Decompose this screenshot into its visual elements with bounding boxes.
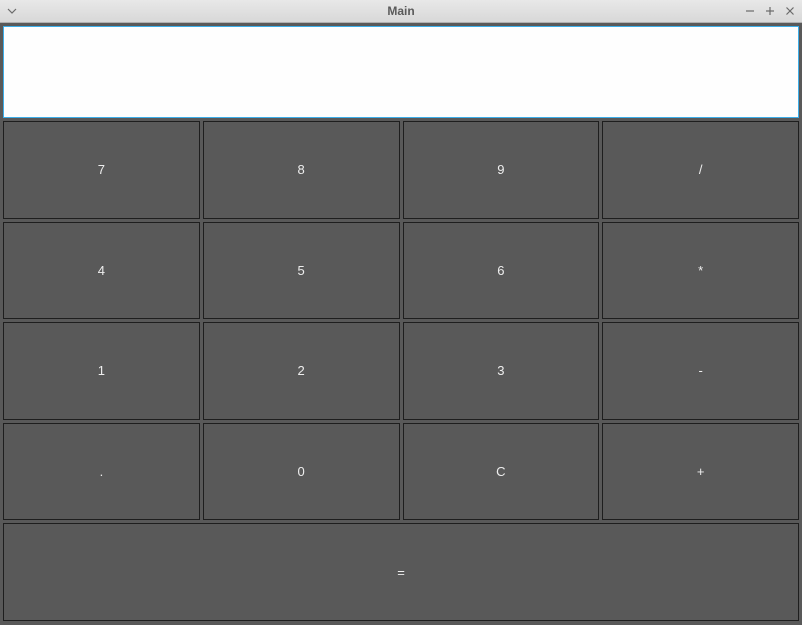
key-0[interactable]: 0 — [203, 423, 400, 521]
window-titlebar: Main — [0, 0, 802, 23]
key-divide[interactable]: / — [602, 121, 799, 219]
key-2[interactable]: 2 — [203, 322, 400, 420]
keypad: 7 8 9 / 4 5 6 * 1 2 3 - . 0 C + = — [3, 121, 799, 621]
window-title: Main — [0, 4, 802, 18]
key-equals[interactable]: = — [3, 523, 799, 621]
maximize-icon[interactable] — [764, 5, 776, 17]
key-4[interactable]: 4 — [3, 222, 200, 320]
key-1[interactable]: 1 — [3, 322, 200, 420]
key-9[interactable]: 9 — [403, 121, 600, 219]
key-8[interactable]: 8 — [203, 121, 400, 219]
key-3[interactable]: 3 — [403, 322, 600, 420]
key-5[interactable]: 5 — [203, 222, 400, 320]
calculator-app: 7 8 9 / 4 5 6 * 1 2 3 - . 0 C + = — [0, 23, 802, 625]
display-input[interactable] — [3, 26, 799, 118]
key-multiply[interactable]: * — [602, 222, 799, 320]
key-6[interactable]: 6 — [403, 222, 600, 320]
key-subtract[interactable]: - — [602, 322, 799, 420]
key-add[interactable]: + — [602, 423, 799, 521]
close-icon[interactable] — [784, 5, 796, 17]
minimize-icon[interactable] — [744, 5, 756, 17]
key-7[interactable]: 7 — [3, 121, 200, 219]
key-dot[interactable]: . — [3, 423, 200, 521]
window-menu-icon[interactable] — [6, 5, 18, 17]
key-clear[interactable]: C — [403, 423, 600, 521]
